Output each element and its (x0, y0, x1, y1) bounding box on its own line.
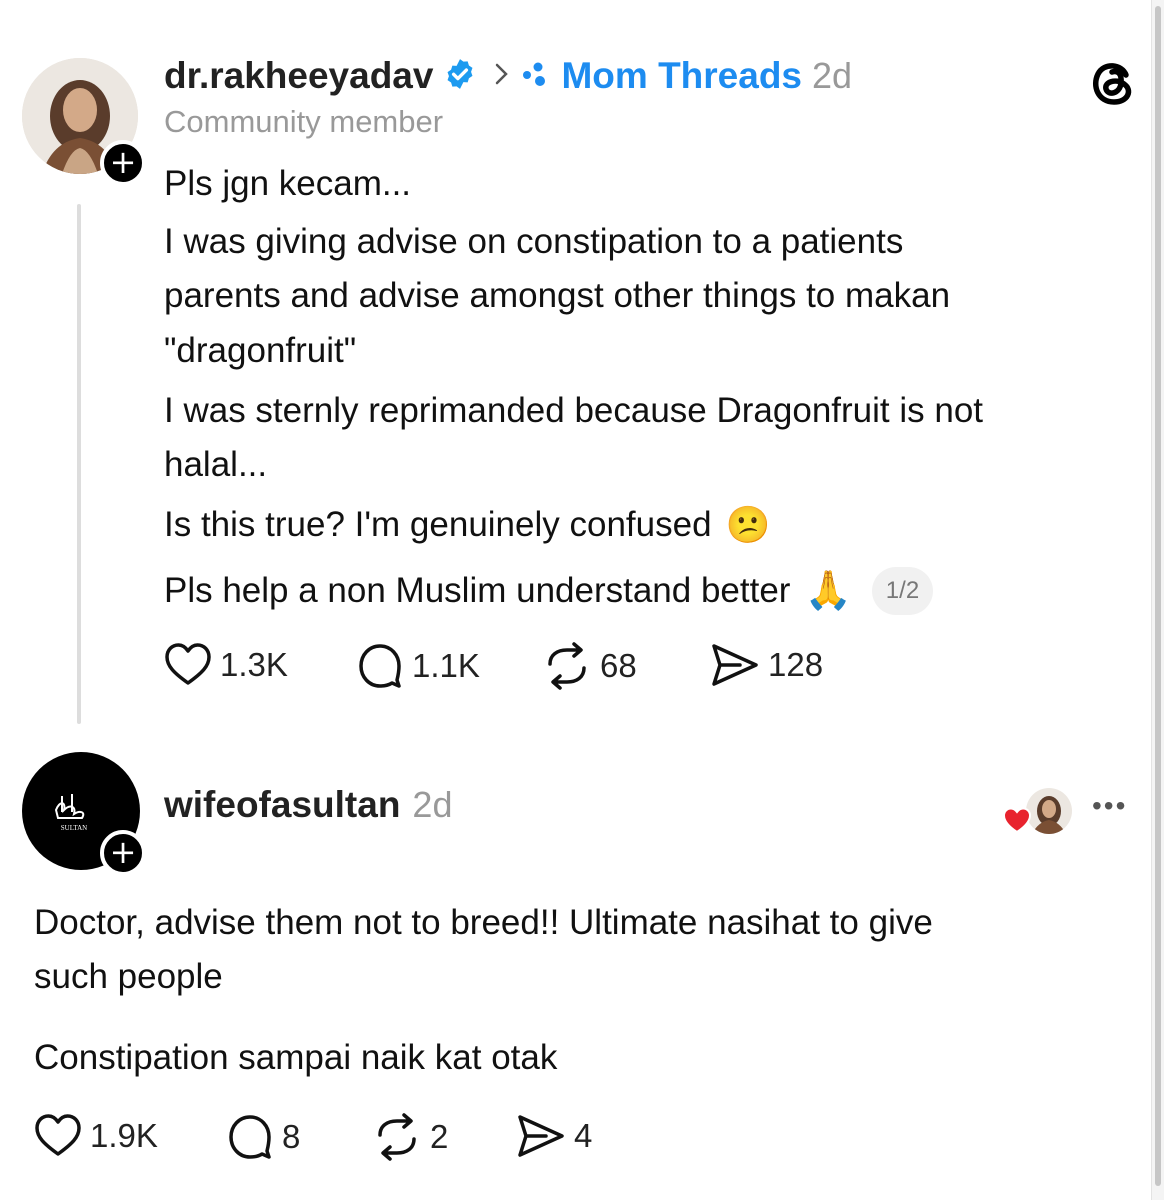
share-button[interactable]: 128 (710, 642, 823, 688)
post-line-2: I was giving advise on constipation to a… (164, 222, 904, 261)
scrollbar-thumb[interactable] (1155, 6, 1161, 1186)
repost-count: 68 (600, 647, 637, 684)
repost-icon (378, 1113, 416, 1161)
reply-reply-count: 8 (282, 1118, 301, 1155)
sultan-logo-text: SULTAN (60, 824, 88, 832)
page-indicator: 1/2 (871, 567, 934, 615)
reply-follow-plus-button[interactable]: + (100, 830, 146, 876)
comment-icon (229, 1115, 271, 1159)
reply-reply-button[interactable]: 8 (226, 1113, 300, 1161)
post-line-7-row: Is this true? I'm genuinely confused 😕 (164, 497, 770, 553)
community-icon[interactable] (521, 59, 551, 94)
like-count: 1.3K (220, 646, 288, 683)
post-line-3: parents and advise amongst other things … (164, 276, 951, 315)
reply-like-count: 1.9K (90, 1117, 158, 1154)
reply-share-count: 4 (574, 1117, 593, 1154)
reply-time: 2d (412, 784, 453, 825)
reply-line-2: such people (34, 957, 223, 996)
post-line-8-row: Pls help a non Muslim understand better … (164, 563, 934, 619)
repost-button[interactable]: 68 (542, 642, 637, 690)
liked-heart-icon (1002, 807, 1032, 834)
share-icon (518, 1115, 564, 1157)
thread-connector-line (77, 204, 81, 724)
author-username[interactable]: dr.rakheeyadav (164, 55, 433, 97)
reply-line-3: Constipation sampai naik kat otak (34, 1038, 558, 1077)
post-line-7: Is this true? I'm genuinely confused (164, 505, 712, 544)
post-header: dr.rakheeyadav Mom Threads 2d (164, 54, 852, 98)
reply-repost-count: 2 (430, 1118, 449, 1155)
post-line-5: I was sternly reprimanded because Dragon… (164, 391, 984, 430)
reply-header: wifeofasultan 2d (164, 784, 452, 826)
reply-username[interactable]: wifeofasultan (164, 784, 400, 826)
verified-icon (443, 57, 477, 96)
heart-icon (165, 643, 211, 685)
comment-icon (359, 644, 401, 688)
post-line-8: Pls help a non Muslim understand better (164, 571, 791, 610)
reply-like-button[interactable]: 1.9K (34, 1113, 158, 1159)
community-name-link[interactable]: Mom Threads (561, 55, 802, 97)
post-line-4: "dragonfruit" (164, 331, 357, 370)
pray-emoji: 🙏 (804, 570, 852, 612)
heart-icon (35, 1114, 81, 1156)
threads-logo-icon[interactable] (1088, 56, 1138, 113)
repost-icon (548, 642, 586, 690)
share-count: 128 (768, 646, 824, 683)
liked-by-author-indicator[interactable] (1002, 786, 1074, 836)
like-button[interactable]: 1.3K (164, 642, 288, 688)
reply-repost-button[interactable]: 2 (372, 1113, 448, 1161)
follow-plus-button[interactable]: + (100, 140, 146, 186)
post-time: 2d (812, 55, 853, 96)
post-actions: 1.3K 1.1K 68 128 (164, 642, 844, 694)
reply-count: 1.1K (412, 647, 480, 684)
share-icon (712, 644, 758, 686)
confused-emoji: 😕 (725, 504, 771, 545)
reply-share-button[interactable]: 4 (516, 1113, 592, 1159)
reply-line-1: Doctor, advise them not to breed!! Ultim… (34, 903, 933, 942)
reply-actions: 1.9K 8 2 4 (34, 1113, 634, 1165)
post-line-6: halal... (164, 445, 268, 484)
post-line-1: Pls jgn kecam... (164, 164, 412, 203)
chevron-right-icon (493, 61, 511, 92)
more-icon[interactable]: ••• (1092, 790, 1127, 822)
reply-button[interactable]: 1.1K (356, 642, 480, 690)
author-subtitle: Community member (164, 104, 444, 139)
